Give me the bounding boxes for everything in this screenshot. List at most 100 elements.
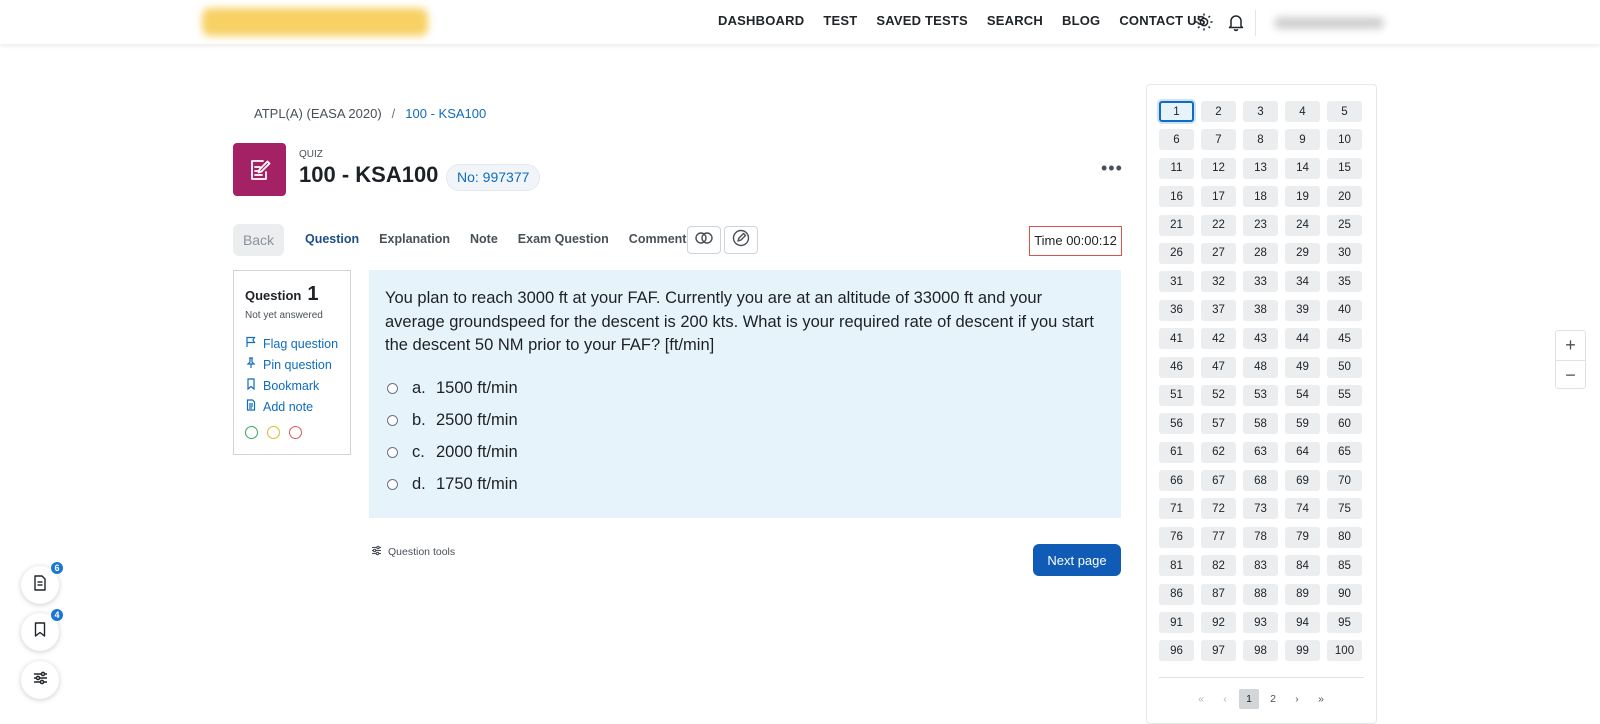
question-nav-button-96[interactable]: 96 [1159,640,1194,662]
question-nav-button-29[interactable]: 29 [1285,242,1320,264]
zoom-out-button[interactable]: − [1556,361,1585,390]
settings-fab[interactable] [21,661,59,699]
question-nav-button-68[interactable]: 68 [1243,470,1278,492]
answer-option-d[interactable]: d. 1750 ft/min [385,474,1105,496]
nav-contact-us[interactable]: CONTACT US [1119,13,1205,28]
question-nav-button-98[interactable]: 98 [1243,640,1278,662]
nav-saved-tests[interactable]: SAVED TESTS [876,13,968,28]
breadcrumb-current[interactable]: 100 - KSA100 [405,106,486,121]
question-nav-button-13[interactable]: 13 [1243,157,1278,179]
question-nav-button-82[interactable]: 82 [1201,555,1236,577]
back-button[interactable]: Back [233,224,284,256]
question-nav-button-33[interactable]: 33 [1243,271,1278,293]
question-nav-button-8[interactable]: 8 [1243,129,1278,151]
answer-text[interactable]: 2500 ft/min [436,411,518,430]
question-nav-button-52[interactable]: 52 [1201,384,1236,406]
question-nav-button-57[interactable]: 57 [1201,413,1236,435]
add-note-link[interactable]: Add note [245,399,339,414]
tab-note[interactable]: Note [470,232,498,246]
question-nav-button-16[interactable]: 16 [1159,186,1194,208]
tab-exam-question[interactable]: Exam Question [518,232,609,246]
question-nav-button-4[interactable]: 4 [1285,101,1320,122]
question-nav-button-99[interactable]: 99 [1285,640,1320,662]
question-nav-button-31[interactable]: 31 [1159,271,1194,293]
question-nav-button-7[interactable]: 7 [1201,129,1236,151]
question-nav-button-95[interactable]: 95 [1327,612,1362,634]
question-nav-button-43[interactable]: 43 [1243,328,1278,350]
question-nav-button-50[interactable]: 50 [1327,356,1362,378]
question-nav-button-18[interactable]: 18 [1243,186,1278,208]
question-nav-button-63[interactable]: 63 [1243,441,1278,463]
answer-option-b[interactable]: b. 2500 ft/min [385,410,1105,432]
pin-question-link[interactable]: Pin question [245,357,339,372]
question-nav-button-94[interactable]: 94 [1285,612,1320,634]
question-nav-button-97[interactable]: 97 [1201,640,1236,662]
notes-fab[interactable]: 6 [21,561,64,604]
page-1-button[interactable]: 1 [1239,689,1259,709]
question-nav-button-51[interactable]: 51 [1159,384,1194,406]
question-nav-button-54[interactable]: 54 [1285,384,1320,406]
question-nav-button-69[interactable]: 69 [1285,470,1320,492]
question-nav-button-77[interactable]: 77 [1201,526,1236,548]
question-nav-button-88[interactable]: 88 [1243,583,1278,605]
question-nav-button-80[interactable]: 80 [1327,526,1362,548]
question-nav-button-73[interactable]: 73 [1243,498,1278,520]
answer-text[interactable]: 2000 ft/min [436,443,518,462]
question-nav-button-15[interactable]: 15 [1327,157,1362,179]
breadcrumb-course[interactable]: ATPL(A) (EASA 2020) [254,106,382,121]
prev-page-button[interactable]: ‹ [1215,689,1235,709]
answer-radio[interactable] [387,447,398,458]
question-nav-button-37[interactable]: 37 [1201,299,1236,321]
question-nav-button-40[interactable]: 40 [1327,299,1362,321]
question-nav-button-75[interactable]: 75 [1327,498,1362,520]
eye-toggle-button[interactable] [687,226,721,254]
question-nav-button-6[interactable]: 6 [1159,129,1194,151]
question-nav-button-1[interactable]: 1 [1159,101,1194,122]
question-nav-button-49[interactable]: 49 [1285,356,1320,378]
question-nav-button-48[interactable]: 48 [1243,356,1278,378]
question-nav-button-11[interactable]: 11 [1159,157,1194,179]
question-nav-button-21[interactable]: 21 [1159,214,1194,236]
question-nav-button-86[interactable]: 86 [1159,583,1194,605]
nav-search[interactable]: SEARCH [987,13,1043,28]
question-nav-button-36[interactable]: 36 [1159,299,1194,321]
question-nav-button-76[interactable]: 76 [1159,526,1194,548]
yellow-marker[interactable] [267,426,280,439]
question-nav-button-41[interactable]: 41 [1159,328,1194,350]
green-marker[interactable] [245,426,258,439]
question-nav-button-22[interactable]: 22 [1201,214,1236,236]
question-nav-button-67[interactable]: 67 [1201,470,1236,492]
question-nav-button-20[interactable]: 20 [1327,186,1362,208]
bookmark-link[interactable]: Bookmark [245,378,339,393]
question-nav-button-70[interactable]: 70 [1327,470,1362,492]
bookmarks-fab[interactable]: 4 [21,608,64,651]
answer-radio[interactable] [387,479,398,490]
question-nav-button-32[interactable]: 32 [1201,271,1236,293]
question-nav-button-19[interactable]: 19 [1285,186,1320,208]
question-nav-button-71[interactable]: 71 [1159,498,1194,520]
question-nav-button-100[interactable]: 100 [1327,640,1362,662]
question-nav-button-39[interactable]: 39 [1285,299,1320,321]
question-nav-button-12[interactable]: 12 [1201,157,1236,179]
first-page-button[interactable]: « [1191,689,1211,709]
question-tools-toggle[interactable]: Question tools [371,545,455,559]
question-nav-button-25[interactable]: 25 [1327,214,1362,236]
question-nav-button-78[interactable]: 78 [1243,526,1278,548]
question-nav-button-53[interactable]: 53 [1243,384,1278,406]
answer-radio[interactable] [387,415,398,426]
answer-option-a[interactable]: a. 1500 ft/min [385,378,1105,400]
answer-text[interactable]: 1750 ft/min [436,475,518,494]
flag-question-link[interactable]: Flag question [245,336,339,351]
nav-blog[interactable]: BLOG [1062,13,1100,28]
more-options-icon[interactable]: ••• [1101,158,1123,179]
question-nav-button-74[interactable]: 74 [1285,498,1320,520]
question-nav-button-93[interactable]: 93 [1243,612,1278,634]
question-nav-button-44[interactable]: 44 [1285,328,1320,350]
question-nav-button-65[interactable]: 65 [1327,441,1362,463]
nav-dashboard[interactable]: DASHBOARD [718,13,804,28]
question-nav-button-90[interactable]: 90 [1327,583,1362,605]
sun-icon[interactable] [1194,12,1214,32]
question-nav-button-34[interactable]: 34 [1285,271,1320,293]
question-nav-button-85[interactable]: 85 [1327,555,1362,577]
question-nav-button-84[interactable]: 84 [1285,555,1320,577]
